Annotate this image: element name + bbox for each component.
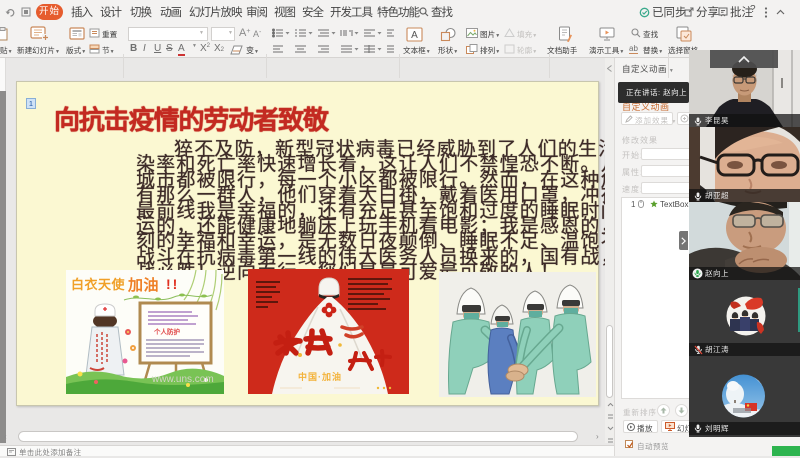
svg-text:个人防护: 个人防护 bbox=[153, 327, 181, 336]
svg-text:www.uns.com: www.uns.com bbox=[151, 374, 214, 385]
svg-text:中国·加油: 中国·加油 bbox=[298, 371, 342, 382]
svg-text:A: A bbox=[411, 30, 418, 41]
svg-text:加油: 加油 bbox=[127, 276, 159, 294]
svg-text:!!: !! bbox=[166, 276, 179, 292]
svg-text:白衣天使: 白衣天使 bbox=[71, 277, 126, 292]
